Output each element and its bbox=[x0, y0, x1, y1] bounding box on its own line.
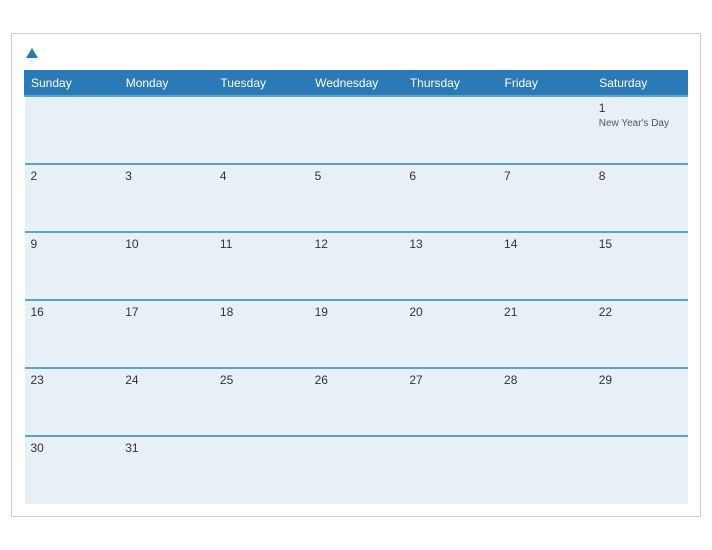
calendar-grid: SundayMondayTuesdayWednesdayThursdayFrid… bbox=[24, 70, 688, 504]
calendar-cell: 26 bbox=[309, 368, 404, 436]
calendar-tbody: 1New Year's Day2345678910111213141516171… bbox=[25, 96, 688, 504]
day-number: 5 bbox=[315, 169, 398, 183]
day-number: 13 bbox=[409, 237, 492, 251]
calendar-cell: 18 bbox=[214, 300, 309, 368]
day-headers-row: SundayMondayTuesdayWednesdayThursdayFrid… bbox=[25, 70, 688, 96]
calendar-cell: 27 bbox=[403, 368, 498, 436]
calendar-cell: 28 bbox=[498, 368, 593, 436]
day-header-tuesday: Tuesday bbox=[214, 70, 309, 96]
calendar-cell: 2 bbox=[25, 164, 120, 232]
day-number: 9 bbox=[31, 237, 114, 251]
day-header-thursday: Thursday bbox=[403, 70, 498, 96]
calendar-container: SundayMondayTuesdayWednesdayThursdayFrid… bbox=[11, 33, 701, 517]
day-header-friday: Friday bbox=[498, 70, 593, 96]
holiday-name: New Year's Day bbox=[599, 117, 682, 130]
day-number: 12 bbox=[315, 237, 398, 251]
calendar-cell: 1 New Year's Day bbox=[593, 96, 688, 164]
day-number: 4 bbox=[220, 169, 303, 183]
calendar-cell: 14 bbox=[498, 232, 593, 300]
calendar-cell: 17 bbox=[119, 300, 214, 368]
week-row-2: 2345678 bbox=[25, 164, 688, 232]
calendar-cell: 11 bbox=[214, 232, 309, 300]
day-number: 16 bbox=[31, 305, 114, 319]
day-number: 28 bbox=[504, 373, 587, 387]
calendar-cell bbox=[593, 436, 688, 504]
calendar-cell: 13 bbox=[403, 232, 498, 300]
day-number: 24 bbox=[125, 373, 208, 387]
day-number: 30 bbox=[31, 441, 114, 455]
calendar-cell: 24 bbox=[119, 368, 214, 436]
calendar-cell: 16 bbox=[25, 300, 120, 368]
calendar-cell bbox=[25, 96, 120, 164]
calendar-cell: 5 bbox=[309, 164, 404, 232]
calendar-cell bbox=[498, 436, 593, 504]
calendar-cell: 19 bbox=[309, 300, 404, 368]
day-number: 27 bbox=[409, 373, 492, 387]
day-number: 15 bbox=[599, 237, 682, 251]
week-row-1: 1 New Year's Day bbox=[25, 96, 688, 164]
day-number: 7 bbox=[504, 169, 587, 183]
day-number: 23 bbox=[31, 373, 114, 387]
calendar-cell bbox=[214, 96, 309, 164]
day-header-saturday: Saturday bbox=[593, 70, 688, 96]
calendar-cell bbox=[403, 436, 498, 504]
calendar-cell: 21 bbox=[498, 300, 593, 368]
day-header-wednesday: Wednesday bbox=[309, 70, 404, 96]
calendar-cell: 10 bbox=[119, 232, 214, 300]
calendar-cell: 3 bbox=[119, 164, 214, 232]
day-number: 3 bbox=[125, 169, 208, 183]
calendar-cell: 31 bbox=[119, 436, 214, 504]
calendar-cell bbox=[119, 96, 214, 164]
calendar-cell: 9 bbox=[25, 232, 120, 300]
calendar-cell bbox=[403, 96, 498, 164]
day-number: 1 bbox=[599, 101, 682, 115]
calendar-cell: 8 bbox=[593, 164, 688, 232]
calendar-header bbox=[24, 44, 688, 62]
day-number: 8 bbox=[599, 169, 682, 183]
calendar-thead: SundayMondayTuesdayWednesdayThursdayFrid… bbox=[25, 70, 688, 96]
calendar-cell: 7 bbox=[498, 164, 593, 232]
week-row-6: 30 31 bbox=[25, 436, 688, 504]
day-number: 2 bbox=[31, 169, 114, 183]
calendar-cell: 25 bbox=[214, 368, 309, 436]
day-number: 26 bbox=[315, 373, 398, 387]
calendar-cell bbox=[309, 436, 404, 504]
logo-general bbox=[24, 44, 38, 62]
logo bbox=[24, 44, 38, 62]
calendar-cell: 4 bbox=[214, 164, 309, 232]
calendar-cell: 6 bbox=[403, 164, 498, 232]
week-row-3: 9 10 11 12 13 14 15 bbox=[25, 232, 688, 300]
day-number: 21 bbox=[504, 305, 587, 319]
calendar-cell bbox=[498, 96, 593, 164]
day-number: 17 bbox=[125, 305, 208, 319]
day-number: 20 bbox=[409, 305, 492, 319]
day-number: 29 bbox=[599, 373, 682, 387]
calendar-cell: 12 bbox=[309, 232, 404, 300]
day-number: 14 bbox=[504, 237, 587, 251]
day-number: 18 bbox=[220, 305, 303, 319]
calendar-cell: 22 bbox=[593, 300, 688, 368]
day-header-monday: Monday bbox=[119, 70, 214, 96]
day-number: 11 bbox=[220, 237, 303, 251]
calendar-cell bbox=[214, 436, 309, 504]
day-number: 25 bbox=[220, 373, 303, 387]
day-number: 31 bbox=[125, 441, 208, 455]
week-row-4: 16 17 18 19 20 21 22 bbox=[25, 300, 688, 368]
calendar-cell: 30 bbox=[25, 436, 120, 504]
week-row-5: 23 24 25 26 27 28 29 bbox=[25, 368, 688, 436]
calendar-cell: 20 bbox=[403, 300, 498, 368]
day-number: 6 bbox=[409, 169, 492, 183]
calendar-cell: 15 bbox=[593, 232, 688, 300]
day-number: 22 bbox=[599, 305, 682, 319]
day-number: 10 bbox=[125, 237, 208, 251]
calendar-cell: 29 bbox=[593, 368, 688, 436]
calendar-cell: 23 bbox=[25, 368, 120, 436]
logo-triangle-icon bbox=[26, 48, 38, 58]
calendar-cell bbox=[309, 96, 404, 164]
day-header-sunday: Sunday bbox=[25, 70, 120, 96]
day-number: 19 bbox=[315, 305, 398, 319]
